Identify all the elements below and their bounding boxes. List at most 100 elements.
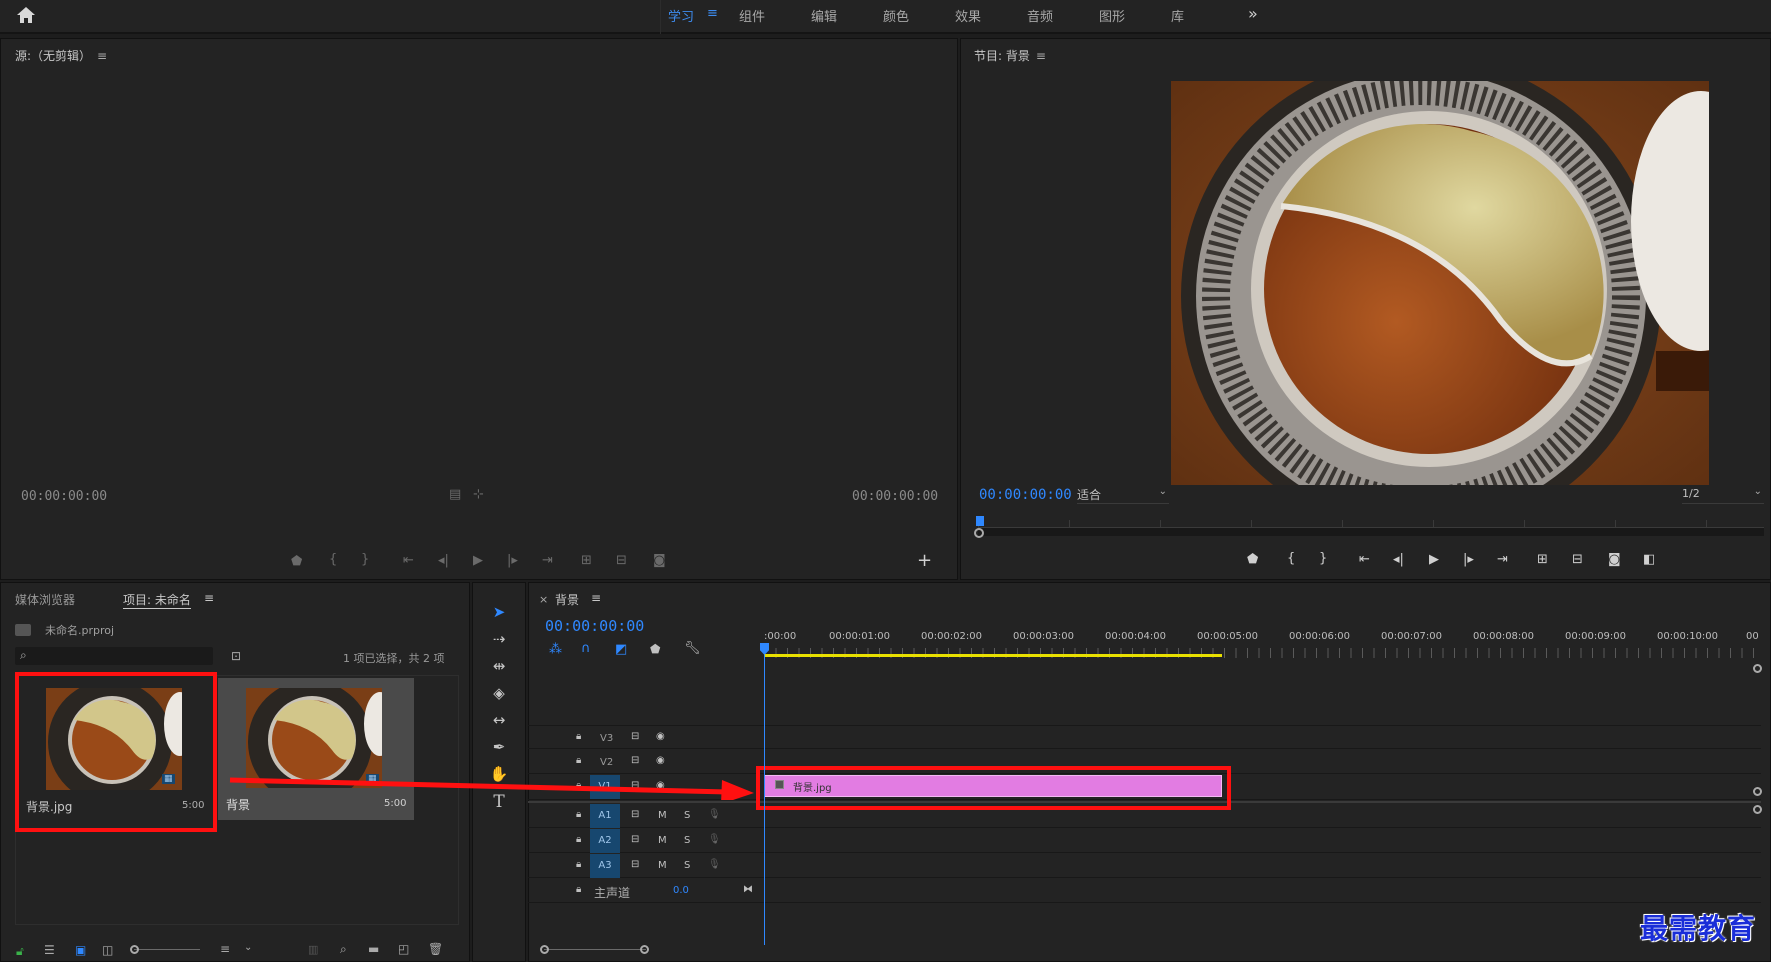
panel-menu-icon[interactable]: ≡ xyxy=(591,591,601,605)
panel-menu-icon[interactable]: ≡ xyxy=(204,591,214,605)
new-search-bin-icon[interactable]: ⊡ xyxy=(231,649,241,663)
go-to-in-icon[interactable]: ⇤ xyxy=(1359,552,1370,567)
program-timecode[interactable]: 00:00:00:00 xyxy=(979,487,1072,503)
panel-menu-icon[interactable]: ≡ xyxy=(97,49,107,63)
mute-button[interactable]: M xyxy=(658,835,667,846)
microphone-icon[interactable]: 🎙︎ xyxy=(708,809,721,820)
go-to-in-icon[interactable]: ⇤ xyxy=(403,553,414,568)
step-forward-icon[interactable]: |▸ xyxy=(507,553,518,568)
go-to-out-icon[interactable]: ⇥ xyxy=(1497,552,1508,567)
audio-scroll-handle[interactable] xyxy=(1753,805,1762,814)
track-select-tool-icon[interactable]: ⇢ xyxy=(488,630,510,652)
insert-icon[interactable]: ⊞ xyxy=(581,553,592,568)
eye-icon[interactable]: ◉ xyxy=(656,731,665,742)
mark-in-icon[interactable]: { xyxy=(1287,551,1295,566)
mark-in-icon[interactable]: { xyxy=(329,552,337,567)
source-timecode-in[interactable]: 00:00:00:00 xyxy=(21,489,107,504)
new-bin-icon[interactable]: ▬ xyxy=(368,942,379,956)
master-volume-value[interactable]: 0.0 xyxy=(673,885,689,896)
sync-lock-icon[interactable]: ⊟ xyxy=(631,809,639,820)
play-icon[interactable]: ▶ xyxy=(473,553,483,568)
add-marker-icon[interactable]: ⬟ xyxy=(291,554,302,569)
lock-icon[interactable]: 🔒︎ xyxy=(576,834,581,845)
linked-selection-icon[interactable]: ◩ xyxy=(615,642,627,657)
automate-icon[interactable]: ▥ xyxy=(308,943,318,956)
workspace-tab-audio[interactable]: 音频 xyxy=(1027,6,1053,25)
lock-icon[interactable]: 🔒︎ xyxy=(576,731,581,742)
workspace-tab-assembly[interactable]: 组件 xyxy=(739,6,765,25)
go-to-out-icon[interactable]: ⇥ xyxy=(542,553,553,568)
close-icon[interactable]: × xyxy=(539,593,548,606)
fit-dropdown[interactable]: 适合 ⌄ xyxy=(1077,486,1169,504)
resolution-dropdown[interactable]: 1/2 ⌄ xyxy=(1682,486,1764,504)
pen-tool-icon[interactable]: ✒ xyxy=(488,738,510,760)
sync-lock-icon[interactable]: ⊟ xyxy=(631,755,639,766)
program-scrub-bar[interactable] xyxy=(974,516,1764,538)
step-back-icon[interactable]: ◂| xyxy=(438,553,449,568)
search-input[interactable]: ⌕ xyxy=(15,647,213,665)
icon-view-icon[interactable]: ▣ xyxy=(75,943,86,957)
lock-icon[interactable]: 🔒︎ xyxy=(576,884,581,895)
workspace-tab-graphics[interactable]: 图形 xyxy=(1099,6,1125,25)
drag-audio-icon[interactable]: ⊹ xyxy=(473,487,484,502)
workspace-tab-editing[interactable]: 编辑 xyxy=(811,6,837,25)
video-scroll-handle[interactable] xyxy=(1753,664,1762,673)
play-icon[interactable]: ▶ xyxy=(1429,552,1439,567)
slip-tool-icon[interactable]: ↔ xyxy=(488,711,510,733)
snap-icon[interactable]: ∩ xyxy=(581,641,591,656)
work-area-bar[interactable] xyxy=(764,654,1222,657)
mark-out-icon[interactable]: } xyxy=(1319,551,1327,566)
razor-tool-icon[interactable]: ◈ xyxy=(488,684,510,706)
comparison-view-icon[interactable]: ◧ xyxy=(1643,552,1655,567)
zoom-slider-handle[interactable] xyxy=(130,945,139,954)
horizontal-zoom-scrollbar[interactable] xyxy=(540,945,649,954)
solo-button[interactable]: S xyxy=(684,835,690,846)
mute-button[interactable]: M xyxy=(658,860,667,871)
workspace-menu-icon[interactable]: ≡ xyxy=(707,6,718,21)
lock-icon[interactable]: 🔒︎ xyxy=(576,755,581,766)
new-item-icon[interactable]: ◰ xyxy=(398,942,409,956)
sync-lock-icon[interactable]: ⊟ xyxy=(631,859,639,870)
track-label[interactable]: V3 xyxy=(600,733,613,744)
solo-button[interactable]: S xyxy=(684,860,690,871)
selection-tool-icon[interactable]: ➤ xyxy=(488,603,510,625)
step-back-icon[interactable]: ◂| xyxy=(1393,552,1404,567)
tab-project[interactable]: 项目: 未命名 xyxy=(123,591,191,609)
drag-video-icon[interactable]: ▤ xyxy=(449,487,461,502)
mark-out-icon[interactable]: } xyxy=(361,552,369,567)
workspace-tab-color[interactable]: 颜色 xyxy=(883,6,909,25)
mute-button[interactable]: M xyxy=(658,810,667,821)
track-target-a3[interactable]: A3 xyxy=(590,854,620,878)
find-icon[interactable]: ⌕ xyxy=(340,942,347,957)
solo-button[interactable]: S xyxy=(684,810,690,821)
playhead[interactable] xyxy=(976,516,984,526)
panel-menu-icon[interactable]: ≡ xyxy=(1036,49,1046,63)
track-label[interactable]: V2 xyxy=(600,757,613,768)
add-marker-icon[interactable]: ⬟ xyxy=(650,642,660,656)
chevron-down-icon[interactable]: ⌄ xyxy=(244,942,252,953)
freeform-view-icon[interactable]: ◫ xyxy=(102,943,113,957)
zoom-slider[interactable] xyxy=(130,945,200,954)
step-forward-icon[interactable]: |▸ xyxy=(1463,552,1474,567)
sort-icon[interactable]: ≡ xyxy=(220,942,230,956)
workspace-tab-effects[interactable]: 效果 xyxy=(955,6,981,25)
video-scroll-handle[interactable] xyxy=(1753,787,1762,796)
eye-icon[interactable]: ◉ xyxy=(656,755,665,766)
workspace-tab-libraries[interactable]: 库 xyxy=(1171,6,1184,25)
add-marker-icon[interactable]: ⬟ xyxy=(1247,552,1258,567)
nest-icon[interactable]: ⁂ xyxy=(549,642,562,657)
ripple-edit-tool-icon[interactable]: ⇹ xyxy=(488,657,510,679)
lift-icon[interactable]: ⊞ xyxy=(1537,552,1548,567)
home-icon[interactable] xyxy=(16,6,38,26)
microphone-icon[interactable]: 🎙︎ xyxy=(708,859,721,870)
add-button-icon[interactable]: + xyxy=(917,550,932,571)
more-workspaces-icon[interactable]: » xyxy=(1248,4,1258,23)
export-frame-icon[interactable]: ◙ xyxy=(1608,552,1621,567)
tab-media-browser[interactable]: 媒体浏览器 xyxy=(15,591,75,608)
microphone-icon[interactable]: 🎙︎ xyxy=(708,834,721,845)
extract-icon[interactable]: ⊟ xyxy=(1572,552,1583,567)
sync-lock-icon[interactable]: ⊟ xyxy=(631,834,639,845)
lock-icon[interactable]: 🔓︎ xyxy=(16,944,24,959)
wrench-icon[interactable]: 🔧︎ xyxy=(684,641,701,656)
scroll-handle-left[interactable] xyxy=(540,945,549,954)
